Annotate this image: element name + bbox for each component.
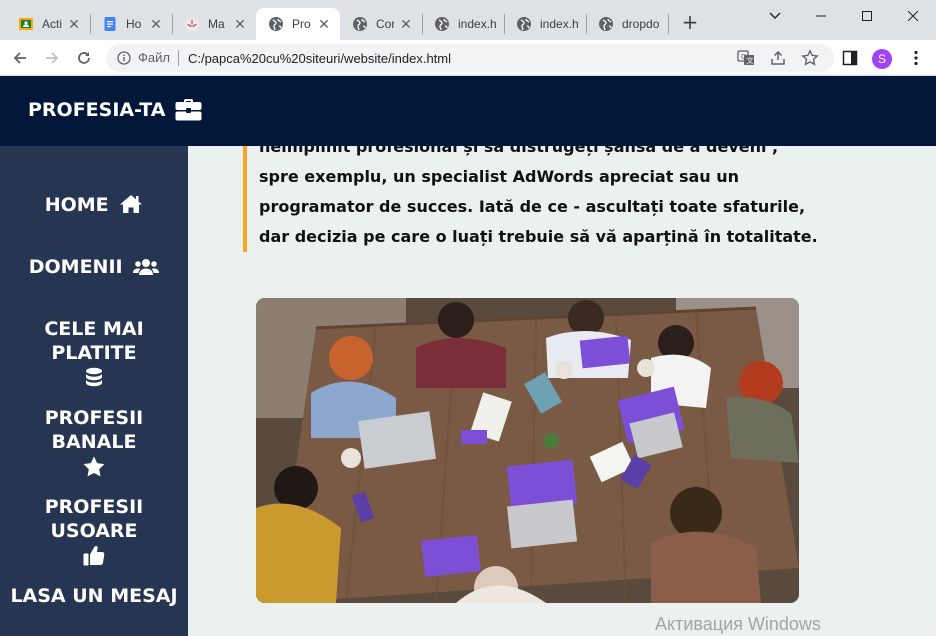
tab-title: index.ht xyxy=(540,17,578,31)
nav-label: PROFESII BANALE xyxy=(44,407,144,453)
browser-tab-active[interactable]: Pro ✕ xyxy=(256,8,340,40)
globe-icon xyxy=(352,16,368,32)
sidebar-item-profesii-banale[interactable]: PROFESII BANALE xyxy=(0,406,188,477)
database-icon xyxy=(86,367,102,387)
lotus-icon xyxy=(184,16,200,32)
close-tab-icon[interactable]: ✕ xyxy=(398,16,414,32)
svg-text:文: 文 xyxy=(747,56,754,65)
classroom-icon xyxy=(18,16,34,32)
close-tab-icon[interactable]: ✕ xyxy=(232,16,248,32)
site-brand-text: PROFESIA-TA xyxy=(28,98,166,121)
globe-icon xyxy=(598,16,614,32)
close-window-button[interactable] xyxy=(890,0,936,32)
forward-button[interactable] xyxy=(38,44,66,72)
site-header: PROFESIA-TA xyxy=(0,76,936,146)
browser-menu-button[interactable] xyxy=(904,46,928,70)
minimize-icon xyxy=(816,15,826,17)
browser-tab[interactable]: Acti ✕ xyxy=(6,8,90,40)
profile-avatar[interactable]: S xyxy=(872,49,892,69)
sidebar-item-cele-mai-platite[interactable]: CELE MAI PLATITE xyxy=(0,317,188,389)
sidebar-item-domenii[interactable]: DOMENII xyxy=(0,255,188,279)
globe-icon xyxy=(268,16,284,32)
reload-icon xyxy=(78,52,90,64)
close-tab-icon[interactable]: ✕ xyxy=(66,16,82,32)
browser-tab[interactable]: Cor ✕ xyxy=(340,8,422,40)
browser-tab[interactable]: index.ht xyxy=(422,8,504,40)
kebab-menu-icon xyxy=(914,50,918,66)
tab-title: Ho xyxy=(126,17,142,31)
tab-title: Cor xyxy=(376,17,394,31)
tab-search-button[interactable] xyxy=(752,0,798,32)
close-icon xyxy=(908,11,918,21)
translate-button[interactable]: G文 xyxy=(734,46,758,70)
site-logo-link[interactable]: PROFESIA-TA xyxy=(28,98,202,121)
star-outline-icon xyxy=(801,49,819,66)
browser-tab-strip: Acti ✕ Ho ✕ Ma ✕ Pro ✕ Cor ✕ index.ht in… xyxy=(0,0,936,40)
share-icon xyxy=(771,50,785,65)
star-icon xyxy=(83,456,105,477)
nav-label: PROFESII USOARE xyxy=(44,496,144,542)
tab-title: Pro xyxy=(292,17,311,31)
address-url[interactable]: C:/papca%20cu%20siteuri/website/index.ht… xyxy=(179,51,451,66)
new-tab-button[interactable]: + xyxy=(679,12,701,34)
close-tab-icon[interactable]: ✕ xyxy=(148,16,164,32)
sidebar-item-lasa-un-mesaj[interactable]: LASA UN MESAJ xyxy=(0,584,188,608)
tab-title: Acti xyxy=(42,17,62,31)
tab-separator xyxy=(668,14,669,34)
thumbs-up-icon xyxy=(83,546,105,566)
translate-icon: G文 xyxy=(737,50,754,65)
address-scheme-label: Файл xyxy=(138,50,179,66)
tab-title: Ma xyxy=(208,17,225,31)
sidebar-item-home[interactable]: HOME xyxy=(0,193,188,217)
nav-label: HOME xyxy=(44,194,109,216)
address-bar[interactable]: Файл C:/papca%20cu%20siteuri/website/ind… xyxy=(106,44,834,72)
info-icon[interactable] xyxy=(116,50,132,66)
sidebar-nav: HOME DOMENII CELE MAI PLATITE PROFESII B… xyxy=(0,146,188,636)
arrow-left-icon xyxy=(13,52,26,64)
users-icon xyxy=(133,259,160,275)
close-tab-icon[interactable]: ✕ xyxy=(316,16,332,32)
browser-tab[interactable]: Ho ✕ xyxy=(90,8,172,40)
tab-title: dropdo xyxy=(622,17,660,31)
browser-tab[interactable]: dropdo xyxy=(586,8,668,40)
reload-button[interactable] xyxy=(70,44,98,72)
briefcase-icon xyxy=(175,99,202,121)
globe-icon xyxy=(434,16,450,32)
arrow-right-icon xyxy=(46,52,59,64)
browser-tab[interactable]: Ma ✕ xyxy=(172,8,256,40)
highlight-quote: neîmplinit profesional și să distrugeți … xyxy=(243,146,818,252)
minimize-button[interactable] xyxy=(798,0,844,32)
sidebar-item-profesii-usoare[interactable]: PROFESII USOARE xyxy=(0,495,188,566)
globe-icon xyxy=(516,16,532,32)
side-panel-button[interactable] xyxy=(838,46,862,70)
share-button[interactable] xyxy=(766,46,790,70)
team-meeting-photo xyxy=(256,298,799,603)
maximize-button[interactable] xyxy=(844,0,890,32)
browser-toolbar: Файл C:/papca%20cu%20siteuri/website/ind… xyxy=(0,40,936,76)
nav-label: DOMENII xyxy=(28,256,123,278)
back-button[interactable] xyxy=(6,44,34,72)
browser-tab[interactable]: index.ht xyxy=(504,8,586,40)
docs-icon xyxy=(102,16,118,32)
bookmark-button[interactable] xyxy=(798,46,822,70)
side-panel-icon xyxy=(842,50,858,66)
home-icon xyxy=(120,195,143,213)
tab-title: index.ht xyxy=(458,17,496,31)
nav-label: CELE MAI PLATITE xyxy=(44,318,144,364)
main-content: neîmplinit profesional și să distrugeți … xyxy=(188,146,936,636)
maximize-icon xyxy=(862,11,872,21)
chevron-down-icon xyxy=(769,12,781,19)
nav-label: LASA UN MESAJ xyxy=(10,585,178,607)
windows-activation-watermark: Активация Windows xyxy=(655,614,821,634)
